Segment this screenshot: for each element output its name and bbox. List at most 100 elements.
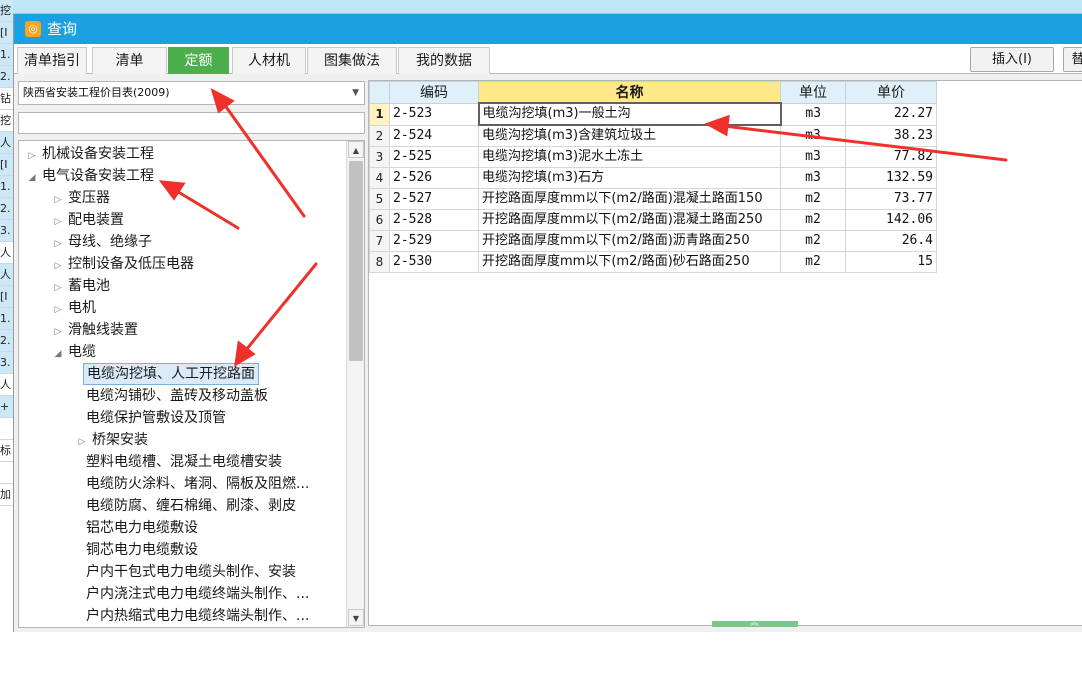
- collapse-toggle-icon[interactable]: ◢: [51, 343, 65, 365]
- cell-name[interactable]: 电缆沟挖填(m3)含建筑垃圾土: [478, 124, 781, 147]
- cell-unit[interactable]: m3: [780, 146, 846, 168]
- tab-bill[interactable]: 清单: [92, 47, 167, 74]
- tree-item[interactable]: 电缆防腐、缠石棉绳、刷漆、剥皮: [83, 495, 299, 517]
- tree-item[interactable]: 电缆保护管敷设及顶管: [83, 407, 229, 429]
- table-row[interactable]: 7 2-529 开挖路面厚度mm以下(m2/路面)沥青路面250 m2 26.4: [369, 230, 937, 252]
- tree-item[interactable]: ▷ 蓄电池: [51, 275, 113, 297]
- tree-item[interactable]: 户内干包式电力电缆头制作、安装: [83, 561, 299, 583]
- tree-item[interactable]: ◢ 电气设备安装工程: [25, 165, 157, 187]
- expand-toggle-icon[interactable]: ▷: [51, 233, 65, 255]
- expand-toggle-icon[interactable]: ▷: [51, 189, 65, 211]
- cell-name[interactable]: 开挖路面厚度mm以下(m2/路面)混凝土路面250: [478, 209, 781, 231]
- tree-item-label: 塑料电缆槽、混凝土电缆槽安装: [86, 454, 282, 470]
- insert-button[interactable]: 插入(I): [970, 47, 1054, 72]
- table-row[interactable]: 3 2-525 电缆沟挖填(m3)泥水土冻土 m3 77.82: [369, 146, 937, 168]
- scroll-up-icon[interactable]: ▲: [348, 141, 364, 158]
- expand-toggle-icon[interactable]: ▷: [51, 211, 65, 233]
- scroll-down-icon[interactable]: ▼: [348, 609, 364, 626]
- bg-fragment: 2.: [0, 198, 13, 220]
- expand-toggle-icon[interactable]: ▷: [25, 145, 39, 167]
- tree-item-selected[interactable]: 电缆沟挖填、人工开挖路面: [83, 363, 259, 385]
- cell-code[interactable]: 2-528: [389, 209, 479, 231]
- column-header-name[interactable]: 名称: [478, 81, 781, 104]
- cell-name[interactable]: 电缆沟挖填(m3)石方: [478, 167, 781, 189]
- column-header-unit[interactable]: 单位: [780, 81, 846, 104]
- cell-unit[interactable]: m2: [780, 230, 846, 252]
- cell-price[interactable]: 132.59: [845, 167, 937, 189]
- tree-scrollbar[interactable]: ▲ ▼: [346, 141, 364, 627]
- cell-unit[interactable]: m2: [780, 188, 846, 210]
- tree-item[interactable]: ▷ 变压器: [51, 187, 113, 209]
- column-header-code[interactable]: 编码: [389, 81, 479, 104]
- cell-name[interactable]: 开挖路面厚度mm以下(m2/路面)沥青路面250: [478, 230, 781, 252]
- tree-item[interactable]: ▷ 机械设备安装工程: [25, 143, 157, 165]
- cell-code[interactable]: 2-524: [389, 124, 479, 147]
- table-row[interactable]: 1 2-523 电缆沟挖填(m3)一般土沟 m3 22.27: [369, 102, 937, 126]
- cell-price[interactable]: 77.82: [845, 146, 937, 168]
- tree-item-label: 电气设备安装工程: [42, 168, 154, 184]
- cell-unit[interactable]: m3: [780, 167, 846, 189]
- column-header-price[interactable]: 单价: [845, 81, 937, 104]
- cell-name[interactable]: 电缆沟挖填(m3)泥水土冻土: [478, 146, 781, 168]
- tree-item-label: 滑触线装置: [68, 322, 138, 338]
- collapse-toggle-icon[interactable]: ◢: [25, 167, 39, 189]
- cell-code[interactable]: 2-527: [389, 188, 479, 210]
- cell-name[interactable]: 开挖路面厚度mm以下(m2/路面)砂石路面250: [478, 251, 781, 273]
- cell-name[interactable]: 开挖路面厚度mm以下(m2/路面)混凝土路面150: [478, 188, 781, 210]
- table-row[interactable]: 8 2-530 开挖路面厚度mm以下(m2/路面)砂石路面250 m2 15: [369, 251, 937, 273]
- cell-code[interactable]: 2-523: [389, 102, 479, 126]
- table-row[interactable]: 2 2-524 电缆沟挖填(m3)含建筑垃圾土 m3 38.23: [369, 124, 937, 147]
- cell-code[interactable]: 2-526: [389, 167, 479, 189]
- cell-price[interactable]: 22.27: [845, 102, 937, 126]
- panel-splitter-handle[interactable]: ︽: [712, 618, 798, 628]
- library-select[interactable]: 陕西省安装工程价目表(2009) ▼: [18, 81, 365, 105]
- tree-item[interactable]: 电缆沟铺砂、盖砖及移动盖板: [83, 385, 271, 407]
- expand-toggle-icon[interactable]: ▷: [51, 299, 65, 321]
- cell-unit[interactable]: m3: [780, 102, 846, 126]
- tree-item[interactable]: 铜芯电力电缆敷设: [83, 539, 201, 561]
- dropdown-arrow-icon[interactable]: ▼: [352, 82, 359, 104]
- tree-item[interactable]: ▷ 桥架安装: [75, 429, 151, 451]
- cell-code[interactable]: 2-529: [389, 230, 479, 252]
- tree-item[interactable]: ◢ 电缆: [51, 341, 99, 363]
- replace-button[interactable]: 替: [1063, 47, 1082, 72]
- cell-code[interactable]: 2-525: [389, 146, 479, 168]
- cell-price[interactable]: 15: [845, 251, 937, 273]
- tree-item[interactable]: 铝芯电力电缆敷设: [83, 517, 201, 539]
- tree-item[interactable]: ▷ 控制设备及低压电器: [51, 253, 197, 275]
- expand-toggle-icon[interactable]: ▷: [51, 277, 65, 299]
- cell-unit[interactable]: m2: [780, 251, 846, 273]
- tree-item[interactable]: 户内热缩式电力电缆终端头制作、...: [83, 605, 312, 627]
- expand-toggle-icon[interactable]: ▷: [51, 255, 65, 277]
- tab-quota[interactable]: 定额: [168, 47, 229, 74]
- tree-item[interactable]: ▷ 配电装置: [51, 209, 127, 231]
- table-row[interactable]: 4 2-526 电缆沟挖填(m3)石方 m3 132.59: [369, 167, 937, 189]
- cell-name[interactable]: 电缆沟挖填(m3)一般土沟: [477, 102, 782, 126]
- tree-item[interactable]: 户内浇注式电力电缆终端头制作、...: [83, 583, 312, 605]
- tab-my-data[interactable]: 我的数据: [398, 47, 490, 74]
- tree-item-label: 电缆沟挖填、人工开挖路面: [83, 363, 259, 385]
- tab-atlas-method[interactable]: 图集做法: [307, 47, 397, 74]
- expand-toggle-icon[interactable]: ▷: [75, 431, 89, 453]
- bg-fragment: [I: [0, 286, 13, 308]
- tree-item[interactable]: 塑料电缆槽、混凝土电缆槽安装: [83, 451, 285, 473]
- table-row[interactable]: 6 2-528 开挖路面厚度mm以下(m2/路面)混凝土路面250 m2 142…: [369, 209, 937, 231]
- tree-item[interactable]: 电缆防火涂料、堵洞、隔板及阻燃...: [83, 473, 312, 495]
- expand-toggle-icon[interactable]: ▷: [51, 321, 65, 343]
- tree-item[interactable]: ▷ 电机: [51, 297, 99, 319]
- cell-price[interactable]: 73.77: [845, 188, 937, 210]
- cell-unit[interactable]: m2: [780, 209, 846, 231]
- cell-price[interactable]: 26.4: [845, 230, 937, 252]
- scrollbar-thumb[interactable]: [349, 161, 363, 361]
- tree-item[interactable]: ▷ 滑触线装置: [51, 319, 141, 341]
- search-input[interactable]: [18, 112, 365, 134]
- title-bar[interactable]: ◎ 查询: [14, 14, 1082, 44]
- tree-item[interactable]: ▷ 母线、绝缘子: [51, 231, 155, 253]
- tab-bill-guide[interactable]: 清单指引: [17, 47, 87, 74]
- cell-price[interactable]: 142.06: [845, 209, 937, 231]
- tab-labor-material-machine[interactable]: 人材机: [232, 47, 306, 74]
- table-row[interactable]: 5 2-527 开挖路面厚度mm以下(m2/路面)混凝土路面150 m2 73.…: [369, 188, 937, 210]
- cell-price[interactable]: 38.23: [845, 124, 937, 147]
- cell-code[interactable]: 2-530: [389, 251, 479, 273]
- cell-unit[interactable]: m3: [780, 124, 846, 147]
